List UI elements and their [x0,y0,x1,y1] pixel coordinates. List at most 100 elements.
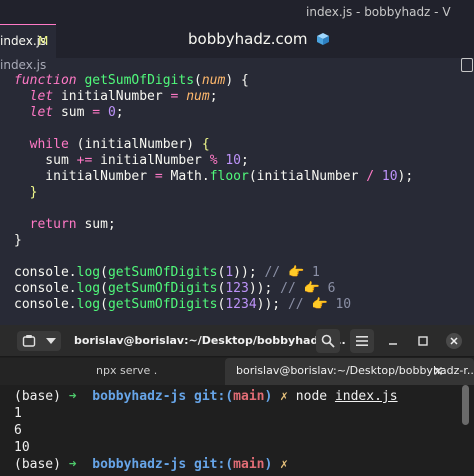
code-line-token [14,217,30,232]
code-line: let initialNumber = num; [14,89,218,105]
code-line-token: ) { [225,73,249,88]
close-button[interactable] [446,333,462,349]
code-line-token: num [186,89,210,104]
terminal-line-token: git:( [194,457,234,472]
terminal-line-token [186,457,194,472]
terminal-line-token: (base) [14,389,69,404]
code-line-token: while [29,137,69,152]
new-tab-button[interactable] [17,331,41,351]
code-line: console.log(getSumOfDigits(123)); // 👉 6 [14,281,335,297]
code-line-token: )); [233,265,257,280]
terminal-tab-label: npx serve . [96,364,158,377]
code-line-token: 1234 [225,297,257,312]
terminal-line-token [272,389,280,404]
code-line: let sum = 0; [14,105,124,121]
close-tab-icon[interactable] [431,364,445,378]
terminal-line-token: bobbyhadz-js [92,389,187,404]
cube-icon [317,33,330,45]
code-line: while (initialNumber) { [14,137,210,153]
code-line: console.log(getSumOfDigits(1234)); // 👉 … [14,297,351,313]
code-line-token: ( [100,297,108,312]
code-line-token: )); [248,281,273,296]
split-editor-icon[interactable] [461,58,473,72]
terminal-tab-serve[interactable]: npx serve . [0,358,225,385]
code-line-token: log [76,265,101,280]
hamburger-menu-icon [356,336,368,346]
terminal-line-token [77,457,93,472]
terminal-line-token: 1 [14,406,22,421]
code-line-token: sum [53,105,93,120]
code-line-token: return [29,217,77,232]
terminal-output[interactable]: (base) ➜ bobbyhadz-js git:(main) ✗ node … [0,387,474,476]
code-line-token: initialNumber [92,153,210,168]
menu-button[interactable] [350,329,374,353]
code-line-token [374,169,382,184]
code-line-token: 123 [225,281,249,296]
terminal-scrollbar[interactable] [462,385,469,425]
search-button[interactable] [316,329,340,353]
terminal-line: (base) ➜ bobbyhadz-js git:(main) ✗ node … [14,387,398,407]
code-line-token: = [154,169,163,184]
code-line-token: sum [14,153,77,168]
search-icon [321,334,335,348]
code-line-token [14,137,30,152]
minimize-icon[interactable] [386,334,400,348]
new-tab-icon [22,335,36,347]
modified-marker: M [38,34,49,48]
code-line-token: (initialNumber [248,169,367,184]
code-line-token: initialNumber [53,89,171,104]
code-line-token: getSumOfDigits [107,297,218,312]
code-line: initialNumber = Math.floor(initialNumber… [14,169,413,185]
terminal-line-token: 6 [14,423,22,438]
code-line-token: sum; [76,217,116,232]
code-line-token: Math. [162,169,210,184]
code-line-token: (initialNumber) [68,137,202,152]
editor-titlebar: index.js - bobbyhadz - V [0,0,474,24]
terminal-tab-bar: npx serve . borislav@borislav:~/Desktop/… [0,358,474,385]
code-line-token: = [92,105,101,120]
code-line-token: ); [397,169,414,184]
code-line-token: num [201,73,226,88]
code-line-token: getSumOfDigits [84,73,195,88]
code-line-token: console. [14,297,77,312]
code-line-token: % [209,153,218,168]
code-line-token: 0 [107,105,116,120]
code-line-token: 10 [381,169,398,184]
terminal-line-token: main [233,389,265,404]
breadcrumb[interactable]: index.js [0,58,46,72]
terminal-window: borislav@borislav:~/Desktop/bobbyhadz-r.… [0,325,474,476]
editor-file-tab[interactable]: index.js M [0,24,56,58]
code-line-token: ; [209,89,218,104]
code-line-token: 10 [225,153,241,168]
code-line-token: 1 [225,265,234,280]
tab-dropdown-button[interactable] [41,331,61,351]
code-line-token: { [201,137,210,152]
code-line: sum += initialNumber % 10; [14,153,249,169]
code-line-token [14,89,30,104]
code-line-token: console. [14,281,77,296]
terminal-line-token: ✗ [280,457,288,472]
code-line-token: console. [14,265,77,280]
code-line-token [100,105,108,120]
terminal-line-token: main [233,457,265,472]
close-icon [450,337,458,345]
terminal-line-token: index.js [334,389,398,404]
code-line: function getSumOfDigits(num) { [14,73,249,89]
maximize-icon[interactable] [416,334,430,348]
terminal-tab-shell[interactable]: borislav@borislav:~/Desktop/bobbyhadz-r.… [225,358,474,385]
code-line-token: ; [115,105,124,120]
code-line-token: ; [241,153,249,168]
terminal-line-token [186,389,194,404]
terminal-line-token: (base) [14,457,69,472]
code-line: } [14,185,38,201]
code-line-token: initialNumber [14,169,155,184]
terminal-line-token: ✗ [280,389,288,404]
terminal-line-token: ➜ [68,389,77,404]
code-line-token: } [29,185,38,200]
code-line-token: ( [100,265,108,280]
terminal-title: borislav@borislav:~/Desktop/bobbyhadz-r.… [74,334,346,347]
code-line-token: getSumOfDigits [107,281,218,296]
chevron-down-icon [46,338,56,344]
code-line-token [14,185,30,200]
terminal-line-token: node [287,389,335,404]
